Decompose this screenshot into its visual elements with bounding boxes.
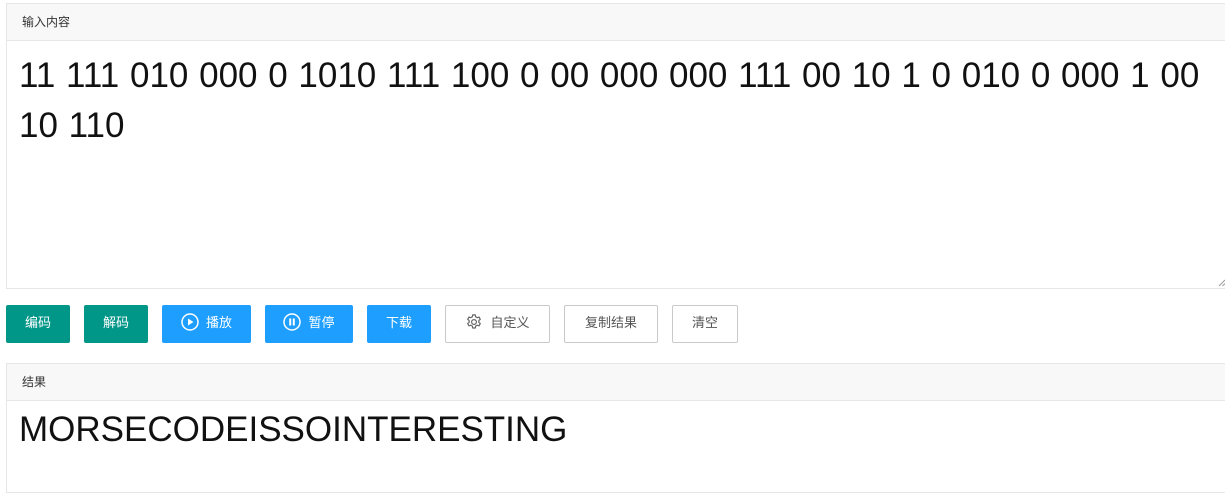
custom-button-label: 自定义 [490, 316, 529, 331]
play-button-label: 播放 [206, 316, 232, 331]
gear-icon [465, 313, 483, 331]
download-button-label: 下载 [386, 316, 412, 331]
pause-button-label: 暂停 [308, 316, 334, 331]
play-button[interactable]: 播放 [162, 305, 251, 343]
play-circle-icon [181, 313, 199, 331]
copy-result-button-label: 复制结果 [585, 316, 637, 331]
download-button[interactable]: 下载 [367, 305, 431, 343]
clear-button[interactable]: 清空 [672, 305, 738, 343]
encode-button-label: 编码 [25, 316, 51, 331]
resize-grip-icon[interactable] [1218, 279, 1225, 287]
clear-button-label: 清空 [692, 316, 718, 331]
input-textarea[interactable]: 11 111 010 000 0 1010 111 100 0 00 000 0… [7, 41, 1225, 161]
copy-result-button[interactable]: 复制结果 [564, 305, 658, 343]
encode-button[interactable]: 编码 [6, 305, 70, 343]
pause-circle-icon [283, 313, 301, 331]
decode-button-label: 解码 [103, 316, 129, 331]
custom-button[interactable]: 自定义 [445, 305, 550, 343]
result-panel-header: 结果 [7, 364, 1225, 401]
input-panel-header: 输入内容 [7, 4, 1225, 41]
result-text[interactable]: MORSECODEISSOINTERESTING [7, 401, 1225, 465]
pause-button[interactable]: 暂停 [265, 305, 353, 343]
result-panel: 结果 MORSECODEISSOINTERESTING [6, 363, 1225, 493]
input-panel: 输入内容 11 111 010 000 0 1010 111 100 0 00 … [6, 3, 1225, 289]
decode-button[interactable]: 解码 [84, 305, 148, 343]
